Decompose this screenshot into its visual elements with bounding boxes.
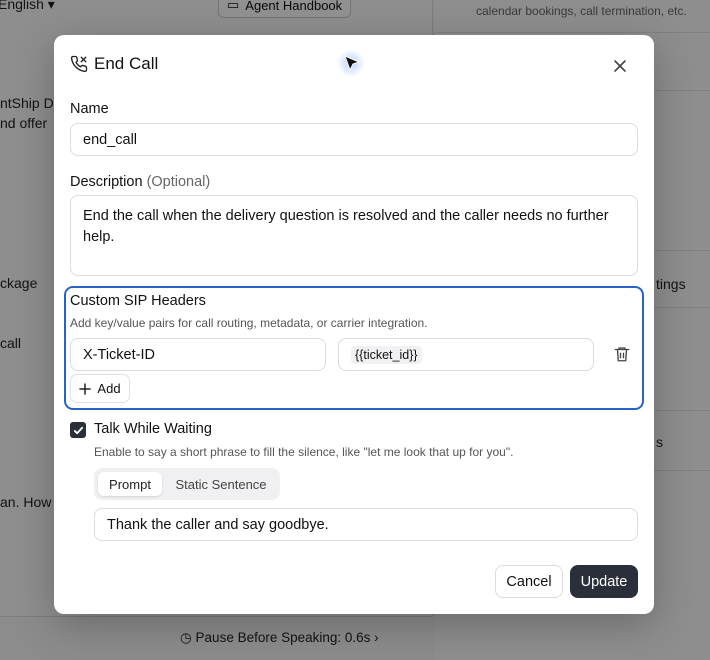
mode-option-prompt[interactable]: Prompt <box>98 472 162 496</box>
optional-hint: (Optional) <box>146 174 211 190</box>
description-label: Description (Optional) <box>70 174 210 190</box>
sip-header-value-input[interactable]: {{ticket_id}} <box>338 338 594 371</box>
add-header-label: Add <box>97 381 121 396</box>
talk-while-waiting-label: Talk While Waiting <box>94 421 212 437</box>
cancel-button[interactable]: Cancel <box>495 565 563 598</box>
sip-headers-help: Add key/value pairs for call routing, me… <box>70 316 428 330</box>
plus-icon <box>79 382 92 395</box>
close-icon <box>614 60 626 72</box>
close-button[interactable] <box>610 56 630 76</box>
sip-header-key-input[interactable]: X-Ticket-ID <box>70 338 326 371</box>
cursor-icon <box>337 49 365 77</box>
talk-while-waiting-help: Enable to say a short phrase to fill the… <box>94 445 514 459</box>
dialog-title: End Call <box>94 54 159 73</box>
name-label: Name <box>70 101 109 117</box>
check-icon <box>73 426 83 434</box>
delete-header-button[interactable] <box>613 345 631 363</box>
talk-while-waiting-checkbox[interactable] <box>70 422 86 438</box>
update-button[interactable]: Update <box>570 565 638 598</box>
description-label-text: Description <box>70 174 143 190</box>
phone-icon <box>70 55 88 73</box>
filler-phrase-input[interactable]: Thank the caller and say goodbye. <box>94 508 638 541</box>
trash-icon <box>614 347 630 362</box>
description-textarea[interactable]: End the call when the delivery question … <box>70 195 638 276</box>
template-variable-chip: {{ticket_id}} <box>351 345 422 364</box>
add-header-button[interactable]: Add <box>70 374 130 403</box>
filler-mode-toggle: Prompt Static Sentence <box>94 468 280 500</box>
name-input[interactable]: end_call <box>70 123 638 156</box>
end-call-dialog: End Call Name end_call Description (Opti… <box>54 35 654 614</box>
mode-option-static-sentence[interactable]: Static Sentence <box>166 472 276 496</box>
sip-headers-title: Custom SIP Headers <box>70 293 206 309</box>
